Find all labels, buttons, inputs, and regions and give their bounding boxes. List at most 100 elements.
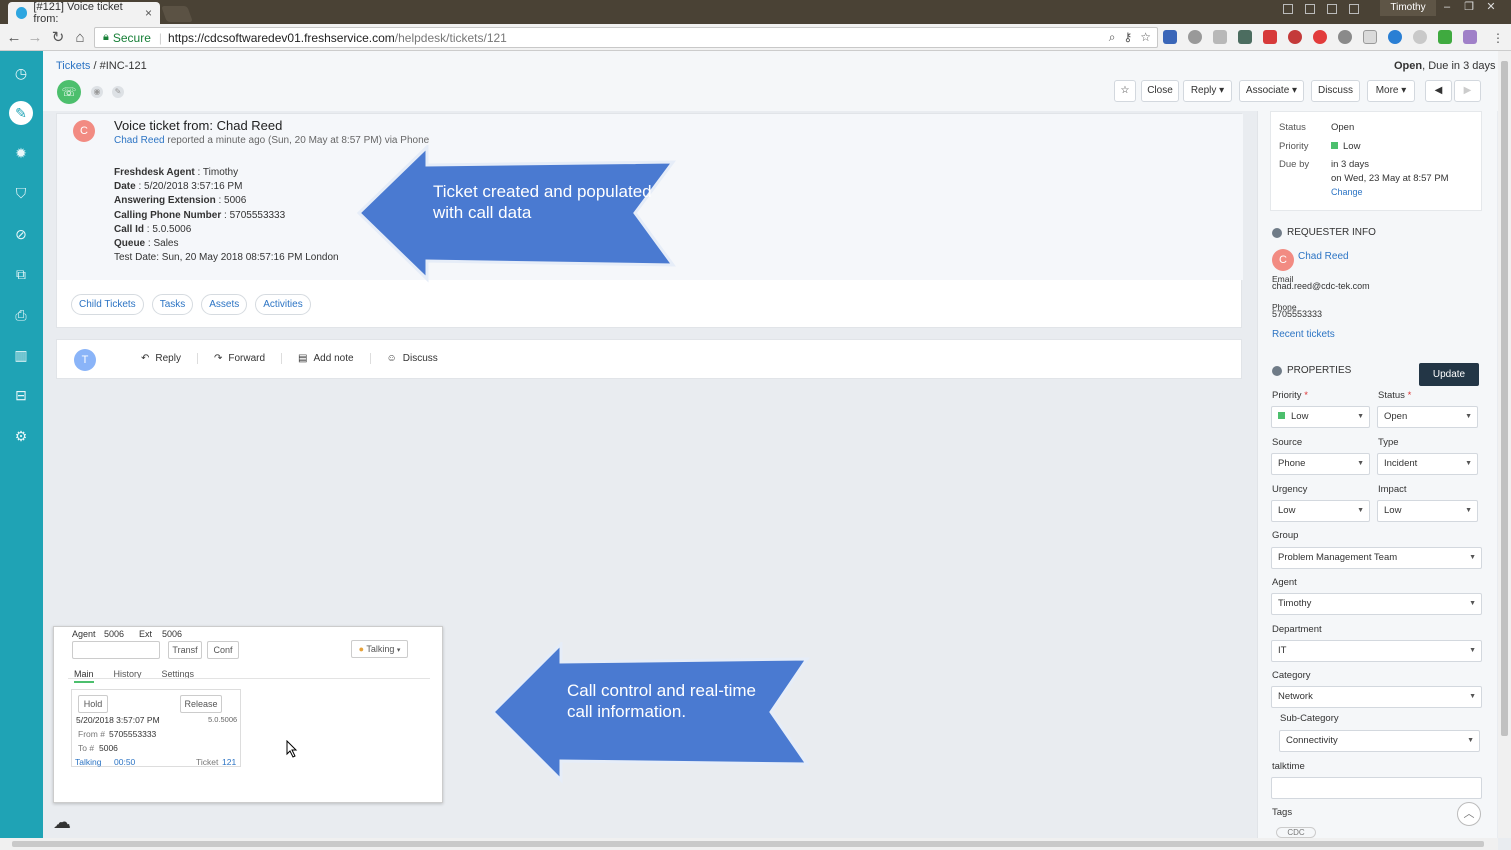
horizontal-scroll-thumb[interactable] [12,841,1484,847]
chevron-down-icon: ▼ [1357,413,1364,420]
tab-close-icon[interactable]: × [145,6,152,20]
problems-icon[interactable]: ✹ [11,143,31,163]
info-icon [1272,227,1282,238]
reload-icon[interactable]: ↻ [48,28,68,48]
impact-select[interactable]: Low ▼ [1377,500,1478,522]
more-dropdown-button[interactable]: More ▾ [1367,80,1415,102]
priority-select[interactable]: Low ▼ [1271,406,1370,428]
discuss-button[interactable]: ☺ Discuss [371,353,454,364]
agent-status-dropdown[interactable]: ● Talking ▾ [351,640,408,658]
department-select[interactable]: IT ▼ [1271,640,1482,662]
extension-icon[interactable] [1263,30,1277,44]
requester-name-link[interactable]: Chad Reed [1298,251,1349,262]
discuss-toolbar-button[interactable]: Discuss [1311,80,1360,102]
breadcrumb-tickets-link[interactable]: Tickets [56,60,90,72]
tab-settings[interactable]: Settings [162,669,195,683]
requester-link[interactable]: Chad Reed [114,135,165,146]
tab-assets[interactable]: Assets [201,294,248,315]
extension-icon[interactable] [1188,30,1202,44]
profile-user[interactable]: Timothy [1380,0,1436,16]
scroll-to-top-icon[interactable]: ︿ [1457,802,1481,826]
minimize-icon[interactable]: – [1436,0,1458,16]
vertical-scroll-thumb[interactable] [1501,61,1508,736]
bookmark-star-icon[interactable]: ☆ [1140,30,1151,45]
type-select[interactable]: Incident ▼ [1377,453,1478,475]
zoom-icon[interactable]: ⌕ [1109,30,1116,45]
star-button[interactable]: ☆ [1114,80,1136,102]
separator: | [158,30,163,45]
horizontal-scrollbar[interactable] [0,838,1498,850]
tab-main[interactable]: Main [74,669,94,683]
hold-button[interactable]: Hold [78,695,108,713]
home-icon[interactable]: ⌂ [70,28,90,48]
extension-icon[interactable] [1388,30,1402,44]
changes-icon[interactable]: ⛉ [11,183,31,203]
vertical-scrollbar[interactable] [1498,51,1511,838]
tab-activities[interactable]: Activities [255,294,311,315]
watch-icon[interactable]: ◉ [91,86,103,98]
new-tab-button[interactable] [161,6,193,22]
tickets-icon[interactable]: ✎ [9,101,33,125]
category-select[interactable]: Network ▼ [1271,686,1482,708]
prev-ticket-icon[interactable]: ◀ [1425,80,1452,102]
key-icon[interactable]: ⚷ [1123,30,1132,45]
tab-tasks[interactable]: Tasks [151,294,194,315]
window-close-icon[interactable]: ✕ [1480,0,1502,16]
extension-icon[interactable] [1213,30,1227,44]
admin-gear-icon[interactable]: ⚙ [11,426,31,446]
browser-tab[interactable]: [#121] Voice ticket from: × [8,1,160,25]
menu-icon[interactable]: ⋮ [1488,28,1508,48]
extension-icon[interactable] [1463,30,1477,44]
source-select[interactable]: Phone ▼ [1271,453,1370,475]
address-bar[interactable]: 🔒︎ Secure | https://cdcsoftwaredev01.fre… [94,27,1158,48]
urgency-select[interactable]: Low ▼ [1271,500,1370,522]
extension-icon[interactable] [1313,30,1327,44]
tab-child-tickets[interactable]: Child Tickets [71,294,144,315]
release-button[interactable]: Release [180,695,222,713]
restore-icon[interactable]: ❐ [1458,0,1480,16]
edit-icon[interactable]: ✎ [112,86,124,98]
change-due-link[interactable]: Change [1331,187,1363,197]
talktime-input[interactable] [1271,777,1482,799]
agent-select[interactable]: Timothy ▼ [1271,593,1482,615]
priority-label: Priority * [1272,390,1308,401]
subcategory-select[interactable]: Connectivity ▼ [1279,730,1480,752]
extension-icon[interactable] [1163,30,1177,44]
tag-chip[interactable]: CDC [1276,827,1316,838]
add-note-button[interactable]: ▤ Add note [282,353,371,364]
close-ticket-button[interactable]: Close [1141,80,1179,102]
ticket-link[interactable]: 121 [222,757,236,767]
extension-icon[interactable] [1338,30,1352,44]
associate-dropdown-button[interactable]: Associate ▾ [1239,80,1304,102]
group-select[interactable]: Problem Management Team ▼ [1271,547,1482,569]
left-nav: ◷ ✎ ✹ ⛉ ⊘ ⧉ ⎙ ▥ ⊟ ⚙ [0,51,43,850]
solutions-icon[interactable]: ▥ [11,345,31,365]
forward-icon[interactable]: → [25,28,45,48]
forward-button[interactable]: ↷ Forward [198,353,283,364]
extension-icon[interactable] [1413,30,1427,44]
releases-icon[interactable]: ⊘ [11,224,31,244]
dashboard-icon[interactable]: ◷ [11,63,31,83]
requester-info-heading: REQUESTER INFO [1272,227,1376,238]
dial-input[interactable] [72,641,160,659]
assets-icon[interactable]: ⧉ [11,264,31,284]
update-button[interactable]: Update [1419,363,1479,386]
forward-icon: ↷ [213,353,223,364]
reply-button[interactable]: ↶ Reply [125,353,198,364]
call-id: 5.0.5006 [208,715,238,724]
extension-icon[interactable] [1288,30,1302,44]
recent-tickets-link[interactable]: Recent tickets [1272,329,1335,340]
extension-icon[interactable] [1363,30,1377,44]
transfer-button[interactable]: Transf [168,641,202,659]
next-ticket-icon[interactable]: ▶ [1454,80,1481,102]
contracts-icon[interactable]: ⎙ [11,305,31,325]
cloud-icon[interactable]: ☁ [53,812,79,832]
extension-icon[interactable] [1238,30,1252,44]
status-select[interactable]: Open ▼ [1377,406,1478,428]
reports-icon[interactable]: ⊟ [11,385,31,405]
conference-button[interactable]: Conf [207,641,239,659]
tab-history[interactable]: History [114,669,142,683]
extension-icon[interactable] [1438,30,1452,44]
back-icon[interactable]: ← [4,28,24,48]
reply-dropdown-button[interactable]: Reply ▾ [1183,80,1232,102]
